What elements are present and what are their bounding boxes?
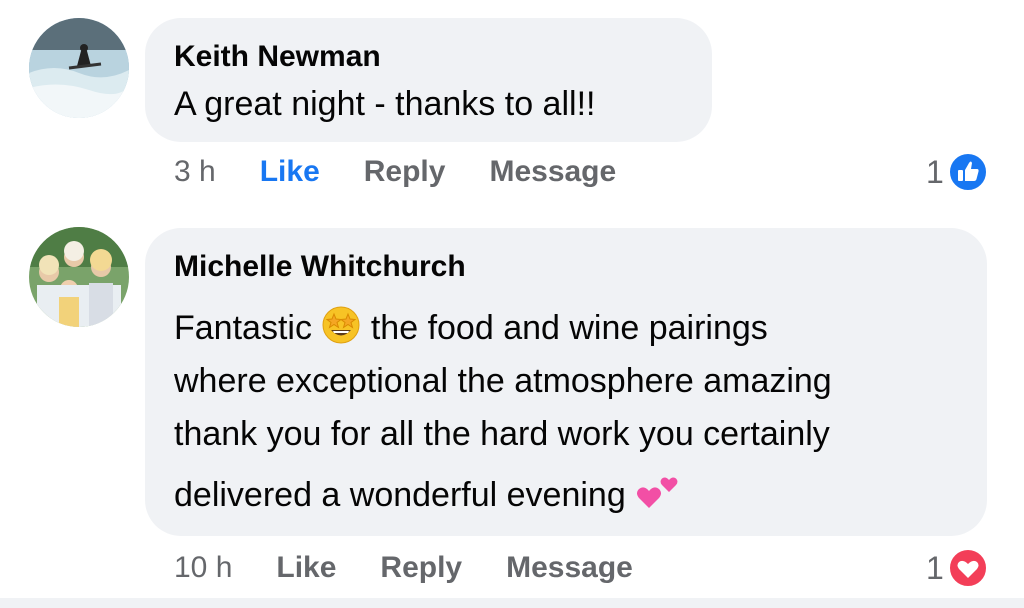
message-button[interactable]: Message: [506, 551, 633, 585]
surfer-photo: [29, 18, 129, 118]
comment-author[interactable]: Keith Newman: [174, 40, 381, 74]
comment-actions: 3 h Like Reply Message: [174, 152, 660, 192]
message-button[interactable]: Message: [489, 155, 616, 189]
like-icon: [947, 152, 988, 192]
comment-text-line: A great night - thanks to all!!: [174, 85, 596, 123]
comment-text: A great night - thanks to all!!: [174, 78, 595, 131]
reply-button[interactable]: Reply: [364, 155, 446, 189]
comment-bubble: Michelle Whitchurch Fantastic the food a…: [145, 228, 987, 536]
bottom-divider: [0, 598, 1024, 608]
comment-text: Fantastic the food and wine pairings whe…: [174, 302, 974, 522]
comment-text-line: Fantastic the food and wine pairings: [174, 302, 974, 355]
like-button[interactable]: Like: [276, 551, 336, 585]
avatar-michelle-whitchurch[interactable]: [29, 227, 129, 327]
comment-text-segment: the food and wine pairings: [370, 309, 768, 347]
comment-text-line: delivered a wonderful evening: [174, 469, 974, 522]
like-button[interactable]: Like: [260, 155, 320, 189]
two-hearts-emoji: [635, 472, 683, 512]
star-struck-emoji: [321, 305, 361, 345]
reaction-summary[interactable]: 1: [926, 150, 988, 194]
comment-actions: 10 h Like Reply Message: [174, 548, 677, 588]
comment-text-segment: delivered a wonderful evening: [174, 476, 626, 514]
avatar-keith-newman[interactable]: [29, 18, 129, 118]
comment-timestamp[interactable]: 3 h: [174, 155, 216, 189]
comment-author[interactable]: Michelle Whitchurch: [174, 250, 466, 284]
love-icon: [947, 548, 988, 588]
reaction-count: 1: [926, 153, 944, 190]
comments-thread: Keith Newman A great night - thanks to a…: [0, 0, 1024, 608]
reaction-count: 1: [926, 549, 944, 586]
reply-button[interactable]: Reply: [380, 551, 462, 585]
reaction-summary[interactable]: 1: [926, 546, 988, 590]
comment-text-line: thank you for all the hard work you cert…: [174, 415, 830, 453]
comment-text-line: where exceptional the atmosphere amazing: [174, 362, 832, 400]
comment-timestamp[interactable]: 10 h: [174, 551, 232, 585]
comment-bubble: Keith Newman A great night - thanks to a…: [145, 18, 712, 142]
group-photo: [29, 227, 129, 327]
comment-text-segment: Fantastic: [174, 309, 312, 347]
